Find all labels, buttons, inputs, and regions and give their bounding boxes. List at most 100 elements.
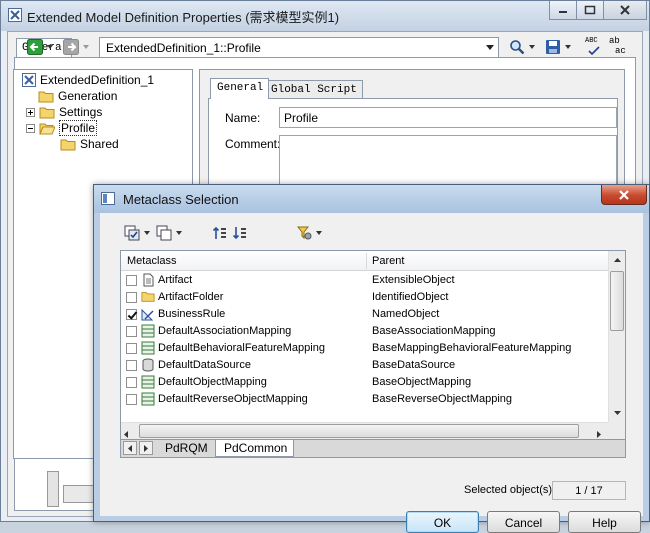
maximize-icon <box>584 5 596 15</box>
bottom-scroll-stub[interactable] <box>63 485 97 503</box>
back-icon[interactable] <box>27 39 43 55</box>
filter-icon[interactable] <box>296 225 312 241</box>
object-path-value: ExtendedDefinition_1::Profile <box>106 41 261 55</box>
scroll-left-icon[interactable] <box>124 427 128 441</box>
scroll-up-icon[interactable] <box>609 252 625 268</box>
mapping-icon <box>141 324 155 338</box>
move-to-top-icon[interactable] <box>212 225 228 241</box>
forward-dropdown-icon[interactable] <box>83 45 89 49</box>
row-checkbox[interactable] <box>126 360 137 371</box>
table-row[interactable]: Artifact ExtensibleObject <box>121 272 609 289</box>
close-icon <box>619 189 629 200</box>
horizontal-scroll-thumb[interactable] <box>139 424 579 438</box>
tree-item-shared[interactable]: Shared <box>60 136 119 152</box>
cancel-button[interactable]: Cancel <box>487 511 560 533</box>
row-checkbox[interactable] <box>126 377 137 388</box>
left-scroll-stub[interactable] <box>47 471 59 507</box>
save-dropdown-icon[interactable] <box>565 45 571 49</box>
maximize-button[interactable] <box>576 1 604 20</box>
expand-icon[interactable] <box>26 107 35 117</box>
datasource-icon <box>141 358 155 372</box>
folder-icon <box>141 290 155 304</box>
tree-item-settings[interactable]: Settings <box>26 104 102 120</box>
chevron-left-icon <box>128 444 132 452</box>
column-header-metaclass[interactable]: Metaclass <box>127 255 177 267</box>
row-checkbox[interactable] <box>126 343 137 354</box>
ok-button[interactable]: OK <box>406 511 479 533</box>
scroll-down-icon[interactable] <box>609 405 625 421</box>
search-dropdown-icon[interactable] <box>529 45 535 49</box>
detail-tab-global-script[interactable]: Global Script <box>264 80 363 98</box>
main-close-button[interactable] <box>603 1 647 20</box>
vertical-scrollbar[interactable] <box>608 251 625 423</box>
document-icon <box>141 273 155 287</box>
filter-dropdown-icon[interactable] <box>316 231 322 235</box>
deselect-all-icon[interactable] <box>156 225 172 241</box>
row-checkbox[interactable] <box>126 292 137 303</box>
chevron-right-icon <box>144 444 148 452</box>
tree-item-generation[interactable]: Generation <box>38 88 117 104</box>
search-icon[interactable] <box>509 39 525 55</box>
back-dropdown-icon[interactable] <box>47 45 53 49</box>
detail-tab-general[interactable]: General <box>210 78 270 99</box>
dialog-title-bar[interactable]: Metaclass Selection <box>94 185 649 213</box>
collapse-icon[interactable] <box>26 123 35 133</box>
table-row[interactable]: BusinessRule NamedObject <box>121 306 609 323</box>
tab-pdcommon[interactable]: PdCommon <box>215 440 295 457</box>
object-path-combo[interactable]: ExtendedDefinition_1::Profile <box>99 37 499 58</box>
help-button[interactable]: Help <box>568 511 641 533</box>
chevron-down-icon[interactable] <box>481 38 498 57</box>
forward-icon[interactable] <box>63 39 79 55</box>
grid-header: Metaclass Parent <box>121 251 609 271</box>
main-title-bar[interactable]: Extended Model Definition Properties (需求… <box>1 1 649 31</box>
save-icon[interactable] <box>545 39 561 55</box>
metaclass-cell: DefaultReverseObjectMapping <box>158 393 308 405</box>
dialog-title: Metaclass Selection <box>123 192 239 207</box>
folder-icon <box>39 107 55 118</box>
dialog-close-button[interactable] <box>601 185 647 205</box>
vertical-scroll-thumb[interactable] <box>610 271 624 331</box>
table-row[interactable]: DefaultBehavioralFeatureMapping BaseMappi… <box>121 340 609 357</box>
tree-item-root[interactable]: ExtendedDefinition_1 <box>22 72 154 88</box>
parent-cell: BaseAssociationMapping <box>372 325 496 337</box>
row-checkbox[interactable] <box>126 275 137 286</box>
table-row[interactable]: DefaultDataSource BaseDataSource <box>121 357 609 374</box>
selected-objects-label: Selected object(s): <box>464 484 556 496</box>
metaclass-cell: ArtifactFolder <box>158 291 224 303</box>
dialog-client-area: Metaclass Parent Artifact ExtensibleObjec… <box>100 213 643 533</box>
spell-check-icon[interactable]: ABC <box>585 35 601 57</box>
tree-item-profile[interactable]: Profile <box>26 120 98 136</box>
table-row[interactable]: DefaultObjectMapping BaseObjectMapping <box>121 374 609 391</box>
row-checkbox[interactable] <box>126 326 137 337</box>
metaclass-cell: BusinessRule <box>158 308 226 320</box>
metaclass-cell: DefaultAssociationMapping <box>158 325 292 337</box>
table-row[interactable]: DefaultReverseObjectMapping BaseReverseOb… <box>121 391 609 408</box>
horizontal-scrollbar[interactable] <box>121 422 609 439</box>
selected-objects-count: 1 / 17 <box>552 481 626 500</box>
row-checkbox[interactable] <box>126 309 137 320</box>
name-field[interactable]: Profile <box>279 107 617 128</box>
row-checkbox[interactable] <box>126 394 137 405</box>
tab-prev-button[interactable] <box>123 441 137 455</box>
metaclass-grid[interactable]: Metaclass Parent Artifact ExtensibleObjec… <box>120 250 626 440</box>
metaclass-selection-dialog: Metaclass Selection Metaclass Parent Art… <box>93 184 650 533</box>
column-header-parent[interactable]: Parent <box>372 255 404 267</box>
table-row[interactable]: ArtifactFolder IdentifiedObject <box>121 289 609 306</box>
scroll-right-icon[interactable] <box>597 427 601 441</box>
name-label: Name: <box>225 111 261 125</box>
table-row[interactable]: DefaultAssociationMapping BaseAssociation… <box>121 323 609 340</box>
select-all-icon[interactable] <box>124 225 140 241</box>
metaclass-cell: DefaultBehavioralFeatureMapping <box>158 342 325 354</box>
main-window-title: Extended Model Definition Properties (需求… <box>27 10 340 25</box>
deselect-all-dropdown-icon[interactable] <box>176 231 182 235</box>
tab-next-button[interactable] <box>139 441 153 455</box>
metaclass-cell: DefaultDataSource <box>158 359 251 371</box>
tab-pdrqm[interactable]: PdRQM <box>157 440 214 457</box>
select-all-dropdown-icon[interactable] <box>144 231 150 235</box>
move-to-bottom-icon[interactable] <box>232 225 248 241</box>
open-folder-icon <box>39 123 55 134</box>
scroll-corner <box>608 422 625 439</box>
parent-cell: BaseObjectMapping <box>372 376 472 388</box>
minimize-button[interactable] <box>549 1 577 20</box>
replace-text-icon[interactable]: ab ac <box>609 35 627 59</box>
